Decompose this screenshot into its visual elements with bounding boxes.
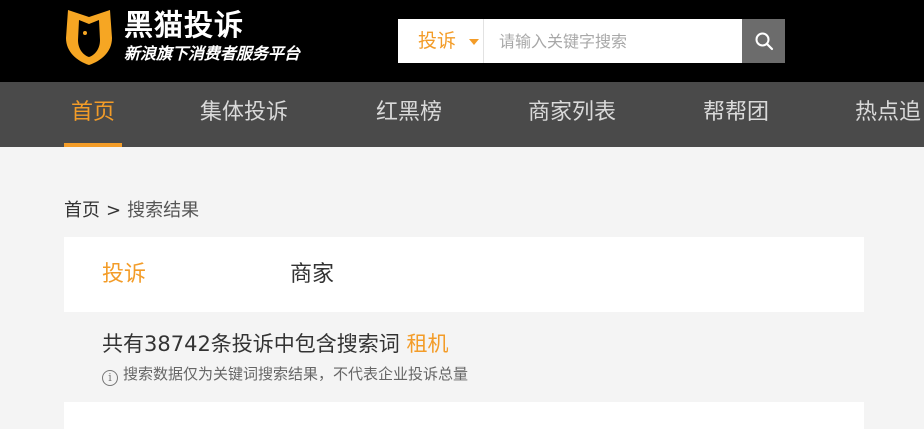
cat-shield-icon[interactable]: [64, 8, 114, 66]
brand-slogan: 新浪旗下消费者服务平台: [124, 44, 301, 63]
breadcrumb-separator: >: [106, 200, 122, 221]
search-button[interactable]: [742, 19, 785, 63]
nav-item-rankings[interactable]: 红黑榜: [376, 82, 442, 147]
breadcrumb-current: 搜索结果: [127, 200, 200, 221]
result-type-tabs: 投诉 商家: [64, 237, 864, 312]
caret-down-icon: [469, 39, 479, 45]
nav-item-group-complaints[interactable]: 集体投诉: [200, 82, 288, 147]
result-summary: 共有38742条投诉中包含搜索词 租机: [102, 328, 449, 360]
nav-active-indicator: [64, 143, 122, 147]
breadcrumb: 首页 > 搜索结果: [64, 197, 199, 225]
tab-complaints[interactable]: 投诉: [102, 237, 146, 312]
info-icon: i: [102, 370, 118, 386]
nav-item-merchant-list[interactable]: 商家列表: [528, 82, 616, 147]
search-icon: [755, 32, 774, 51]
tab-merchants[interactable]: 商家: [290, 237, 334, 312]
result-note-text: 搜索数据仅为关键词搜索结果，不代表企业投诉总量: [123, 365, 469, 383]
nav-item-hot-topics[interactable]: 热点追: [855, 82, 921, 147]
brand-name[interactable]: 黑猫投诉: [124, 8, 244, 42]
search-input[interactable]: [485, 19, 741, 63]
search-bar: 投诉: [398, 19, 785, 63]
search-type-label: 投诉: [418, 30, 457, 52]
search-type-dropdown[interactable]: 投诉: [398, 19, 484, 63]
nav-item-help-group[interactable]: 帮帮团: [703, 82, 769, 147]
nav-item-home[interactable]: 首页: [71, 82, 115, 147]
result-count-text: 共有38742条投诉中包含搜索词: [102, 332, 400, 356]
top-header: 黑猫投诉 新浪旗下消费者服务平台 投诉: [0, 0, 924, 82]
main-nav: 首页 集体投诉 红黑榜 商家列表 帮帮团 热点追: [0, 82, 924, 147]
search-keyword: 租机: [406, 332, 449, 356]
result-list: [64, 402, 864, 429]
result-note: i 搜索数据仅为关键词搜索结果，不代表企业投诉总量: [102, 362, 468, 386]
breadcrumb-home[interactable]: 首页: [64, 200, 100, 221]
